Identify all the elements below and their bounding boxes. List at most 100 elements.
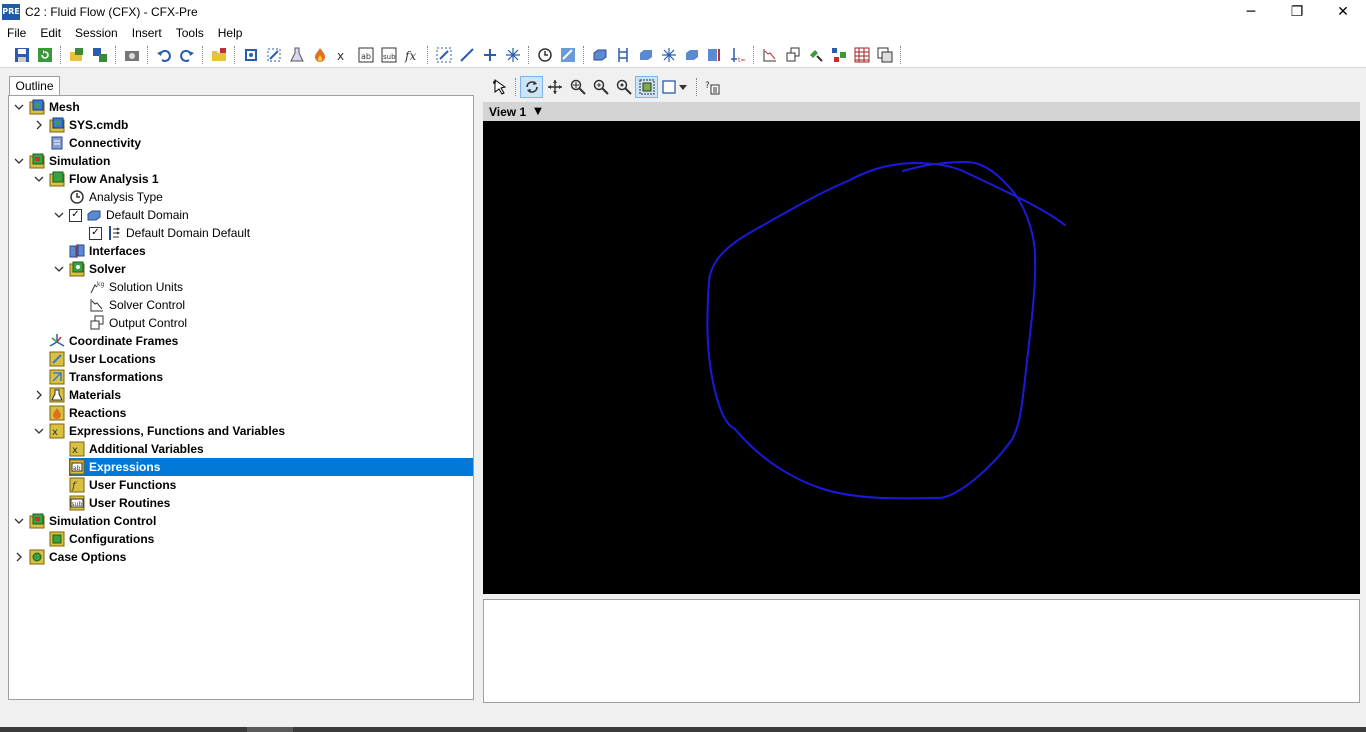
config-icon: [49, 531, 65, 547]
tree-item[interactable]: User Locations: [49, 350, 156, 368]
connectivity-icon: [49, 135, 65, 151]
table-button[interactable]: [850, 44, 873, 66]
zoom-box-button[interactable]: [589, 76, 612, 98]
undo-button[interactable]: [152, 44, 175, 66]
3d-viewport[interactable]: [483, 121, 1360, 594]
chevron-down-icon[interactable]: [33, 170, 45, 188]
tree-item[interactable]: Solver Control: [89, 296, 185, 314]
menu-session[interactable]: Session: [68, 23, 125, 43]
tree-item[interactable]: Coordinate Frames: [49, 332, 178, 350]
fit-view-button[interactable]: [635, 76, 658, 98]
transform-button[interactable]: [432, 44, 455, 66]
zoom-fit-button[interactable]: [612, 76, 635, 98]
toolbar-separator: [753, 46, 754, 64]
zoom-button[interactable]: [566, 76, 589, 98]
mesh-tool-button[interactable]: [88, 44, 111, 66]
chevron-down-icon[interactable]: [13, 512, 25, 530]
tree-item[interactable]: Analysis Type: [69, 188, 163, 206]
tree-item[interactable]: Configurations: [49, 530, 154, 548]
tree-item[interactable]: Simulation: [29, 152, 110, 170]
copy-button[interactable]: [873, 44, 896, 66]
menu-edit[interactable]: Edit: [33, 23, 68, 43]
folder-button[interactable]: [207, 44, 230, 66]
tree-item[interactable]: Solver: [69, 260, 126, 278]
tree-item[interactable]: ab Expressions: [69, 458, 473, 476]
material-button[interactable]: [285, 44, 308, 66]
tree-item[interactable]: ✓ Default Domain: [69, 206, 189, 224]
viewport-layout-button[interactable]: [658, 76, 692, 98]
tree-item[interactable]: Connectivity: [49, 134, 141, 152]
reaction-button[interactable]: [308, 44, 331, 66]
menu-insert[interactable]: Insert: [125, 23, 169, 43]
select-button[interactable]: [488, 76, 511, 98]
analysis-type-button[interactable]: [533, 44, 556, 66]
domain-button[interactable]: [239, 44, 262, 66]
save-button[interactable]: [10, 44, 33, 66]
output-control-button[interactable]: [781, 44, 804, 66]
tree-item[interactable]: sub User Routines: [69, 494, 170, 512]
chevron-right-icon[interactable]: [13, 548, 25, 566]
view-selector[interactable]: View 1 ▼: [483, 102, 1360, 121]
source-point-button[interactable]: [657, 44, 680, 66]
interface-button[interactable]: [680, 44, 703, 66]
tree-item[interactable]: Mesh: [29, 98, 80, 116]
chevron-down-icon[interactable]: [33, 422, 45, 440]
menu-file[interactable]: File: [0, 23, 33, 43]
chevron-down-icon[interactable]: [53, 206, 65, 224]
import-mesh-button[interactable]: [65, 44, 88, 66]
chevron-down-icon[interactable]: [13, 98, 25, 116]
pan-button[interactable]: [543, 76, 566, 98]
tree-item[interactable]: Interfaces: [69, 242, 146, 260]
expression-button[interactable]: ab: [354, 44, 377, 66]
tree-item[interactable]: Materials: [49, 386, 121, 404]
boundary-conditions-button[interactable]: [611, 44, 634, 66]
tree-item[interactable]: Case Options: [29, 548, 126, 566]
tree-item[interactable]: x Additional Variables: [69, 440, 204, 458]
help-button[interactable]: ?: [701, 76, 724, 98]
maximize-button[interactable]: ❐: [1274, 0, 1320, 23]
point-button[interactable]: [478, 44, 501, 66]
tree-item[interactable]: Transformations: [49, 368, 163, 386]
variables-button[interactable]: x: [331, 44, 354, 66]
taskbar-item[interactable]: [247, 727, 293, 732]
execution-control-button[interactable]: [827, 44, 850, 66]
boundary-button[interactable]: [262, 44, 285, 66]
line-button[interactable]: [455, 44, 478, 66]
chevron-down-icon[interactable]: ▼: [534, 106, 542, 117]
chevron-right-icon[interactable]: [33, 116, 45, 134]
initialization-button[interactable]: t=0: [726, 44, 749, 66]
chevron-right-icon[interactable]: [33, 386, 45, 404]
chevron-down-icon[interactable]: [53, 260, 65, 278]
checkbox[interactable]: ✓: [89, 226, 102, 240]
chevron-down-icon[interactable]: [13, 152, 25, 170]
minimize-button[interactable]: ─: [1228, 0, 1274, 23]
rotate-button[interactable]: [520, 76, 543, 98]
checkbox[interactable]: ✓: [69, 208, 82, 222]
tree-item[interactable]: ✓ Default Domain Default: [89, 224, 250, 242]
tree-item[interactable]: Output Control: [89, 314, 187, 332]
domain-box-button[interactable]: [588, 44, 611, 66]
domain-settings-button[interactable]: [556, 44, 579, 66]
tree-item[interactable]: x Expressions, Functions and Variables: [49, 422, 285, 440]
camera-button[interactable]: [120, 44, 143, 66]
user-function-button[interactable]: fx: [400, 44, 423, 66]
solver-control-button[interactable]: [758, 44, 781, 66]
tree-item[interactable]: Simulation Control: [29, 512, 156, 530]
tree-item[interactable]: SYS.cmdb: [49, 116, 128, 134]
tree-item[interactable]: Flow Analysis 1: [49, 170, 159, 188]
cloud-points-button[interactable]: [501, 44, 524, 66]
menu-help[interactable]: Help: [211, 23, 250, 43]
subdomain-button[interactable]: [634, 44, 657, 66]
monitor-button[interactable]: [804, 44, 827, 66]
tree-item[interactable]: Reactions: [49, 404, 126, 422]
tab-outline[interactable]: Outline: [9, 76, 60, 96]
refresh-button[interactable]: [33, 44, 56, 66]
redo-button[interactable]: [175, 44, 198, 66]
menu-tools[interactable]: Tools: [169, 23, 211, 43]
user-routine-button[interactable]: sub: [377, 44, 400, 66]
mesh-adaption-button[interactable]: [703, 44, 726, 66]
viewer-toolbar: ?: [488, 76, 1366, 98]
close-button[interactable]: ✕: [1320, 0, 1366, 23]
tree-item[interactable]: kg Solution Units: [89, 278, 183, 296]
tree-item[interactable]: f User Functions: [69, 476, 176, 494]
